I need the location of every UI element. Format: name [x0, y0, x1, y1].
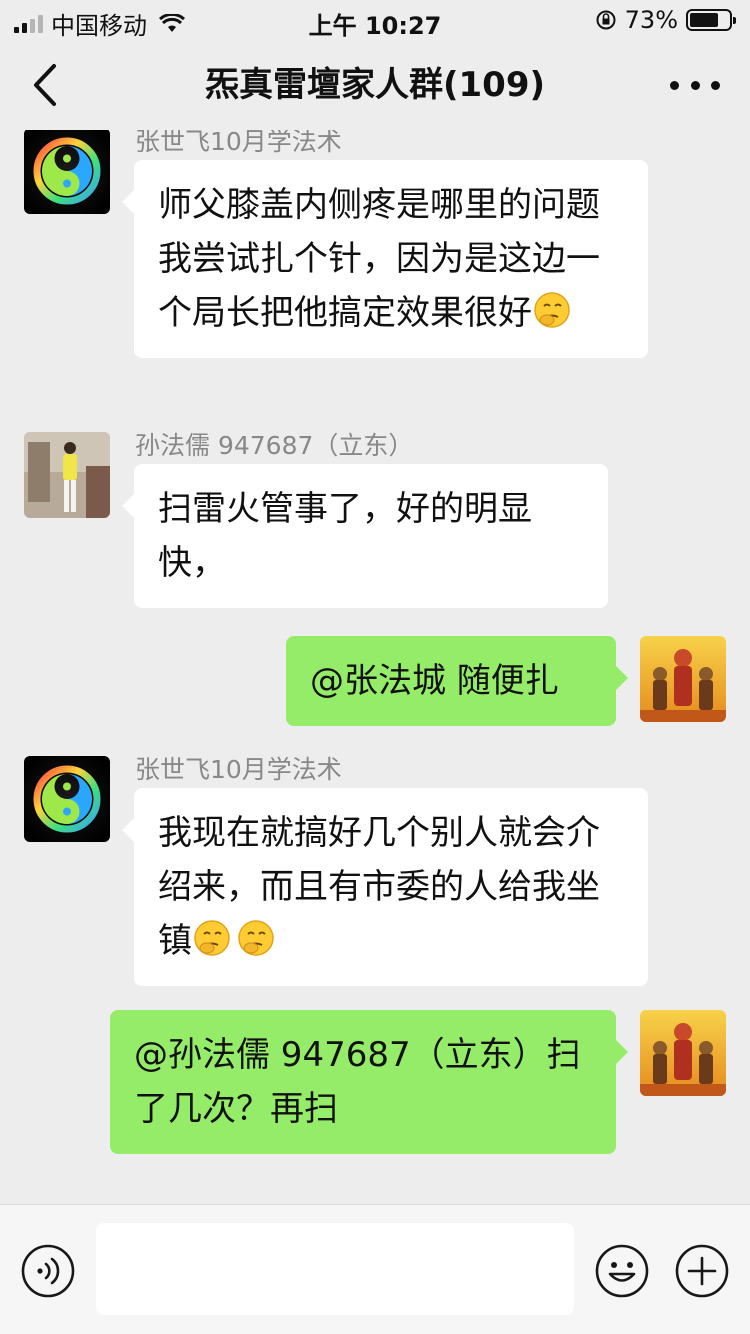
battery-icon [686, 9, 736, 31]
emoji-icon[interactable] [594, 1243, 650, 1299]
more-options-button[interactable] [670, 70, 720, 100]
message-text: @张法城 随便扎 [310, 661, 559, 701]
message-bubble[interactable]: 师父膝盖内侧疼是哪里的问题我尝试扎个针，因为是这边一个局长把他搞定效果很好 [122, 160, 648, 358]
message-bubble[interactable]: @孙法儒 947687（立东）扫了几次？再扫 [110, 1010, 628, 1154]
input-bar [0, 1204, 750, 1334]
back-icon[interactable] [22, 60, 68, 110]
thinking-face-emoji-icon [534, 292, 570, 328]
sender-name: 张世飞10月学法术 [135, 130, 342, 156]
message-bubble[interactable]: 我现在就搞好几个别人就会介绍来，而且有市委的人给我坐镇 [122, 788, 648, 986]
message-bubble[interactable]: @张法城 随便扎 [286, 636, 628, 726]
chat-title: 炁真雷壇家人群(109) [204, 65, 546, 105]
status-bar: 中国移动 上午 10:27 73% [0, 0, 750, 40]
taiji-avatar[interactable] [24, 756, 110, 842]
plus-icon[interactable] [674, 1243, 730, 1299]
sender-name: 孙法儒 947687（立东） [135, 431, 414, 460]
more-dot [690, 80, 700, 90]
more-dot [670, 80, 679, 90]
status-right: 73% [595, 6, 736, 34]
voice-input-icon[interactable] [20, 1243, 76, 1299]
sender-name: 张世飞10月学法术 [135, 755, 342, 784]
message-bubble[interactable]: 扫雷火管事了，好的明显快， [122, 464, 608, 608]
more-dot [711, 80, 720, 90]
message-list[interactable]: 张世飞10月学法术 师父膝盖内侧疼是哪里的问题我尝试扎个针，因为是这边一个局长把… [0, 130, 750, 1204]
nav-bar: 炁真雷壇家人群(109) [0, 40, 750, 130]
taiji-avatar[interactable] [24, 130, 110, 214]
message-input[interactable] [96, 1223, 574, 1315]
deity-avatar[interactable] [640, 1010, 726, 1096]
thinking-face-emoji-icon [238, 920, 274, 956]
message-text: 扫雷火管事了，好的明显快， [158, 489, 532, 583]
deity-avatar[interactable] [640, 636, 726, 722]
thinking-face-emoji-icon [194, 920, 230, 956]
message-text: @孙法儒 947687（立东）扫了几次？再扫 [134, 1035, 581, 1129]
person-avatar[interactable] [24, 432, 110, 518]
battery-percent: 73% [624, 6, 678, 34]
rotation-lock-icon [596, 10, 616, 30]
